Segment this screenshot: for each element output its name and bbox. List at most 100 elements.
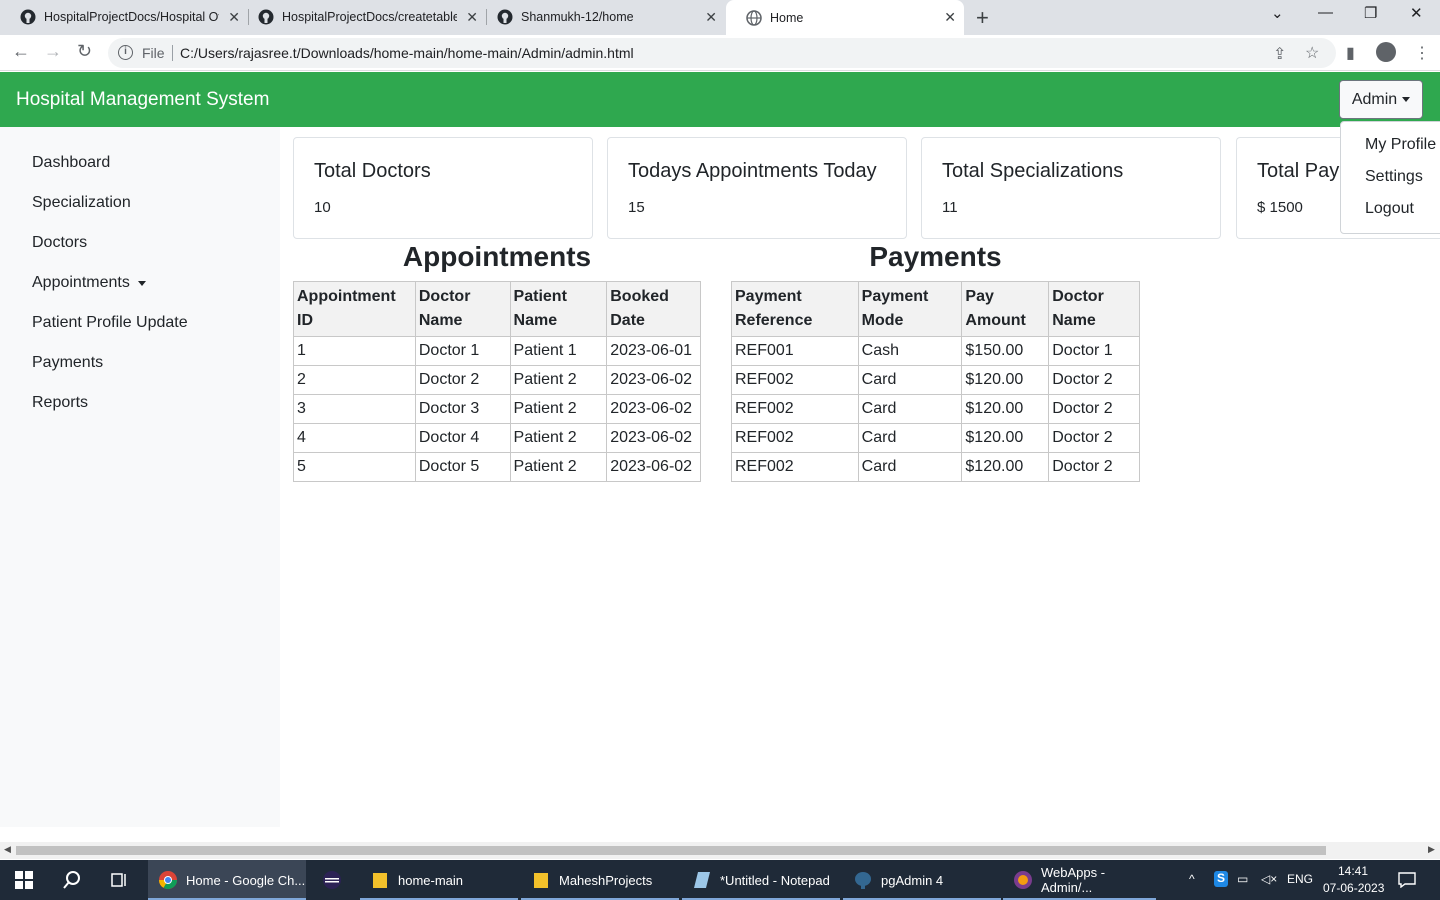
close-window-icon[interactable]: ✕ bbox=[1410, 4, 1423, 22]
table-row: 4 Doctor 4 Patient 2 2023-06-02 bbox=[293, 423, 701, 453]
table-row: 3 Doctor 3 Patient 2 2023-06-02 bbox=[293, 394, 701, 424]
table-cell: Doctor 2 bbox=[414, 365, 511, 395]
stat-card-total-doctors: Total Doctors 10 bbox=[293, 137, 593, 239]
caret-down-icon bbox=[137, 280, 146, 286]
share-icon[interactable]: ⇪ bbox=[1273, 44, 1286, 64]
new-tab-icon[interactable]: + bbox=[976, 5, 989, 31]
table-cell: $120.00 bbox=[961, 423, 1050, 453]
sidebar-item-label: Dashboard bbox=[32, 154, 111, 171]
table-cell: REF002 bbox=[731, 452, 859, 482]
menu-item-settings[interactable]: Settings bbox=[1365, 168, 1423, 186]
browser-tab[interactable]: HospitalProjectDocs/Hospital Ov ✕ bbox=[0, 0, 248, 34]
sidebar-item-appointments[interactable]: Appointments bbox=[32, 274, 146, 292]
table-cell: REF002 bbox=[731, 365, 859, 395]
task-view-icon[interactable] bbox=[110, 871, 128, 889]
column-header: Patient Name bbox=[509, 281, 608, 337]
admin-dropdown-button[interactable]: Admin bbox=[1339, 80, 1423, 119]
close-icon[interactable]: ✕ bbox=[705, 9, 717, 26]
profile-avatar-icon[interactable] bbox=[1376, 42, 1396, 62]
side-panel-icon[interactable]: ▮ bbox=[1346, 43, 1355, 63]
payments-heading: Payments bbox=[869, 241, 1002, 272]
volume-muted-icon[interactable]: ◁× bbox=[1261, 872, 1277, 886]
chevron-up-icon[interactable]: ^ bbox=[1189, 872, 1195, 886]
table-cell: 2023-06-02 bbox=[606, 423, 701, 453]
tab-label: Shanmukh-12/home bbox=[521, 10, 634, 24]
sidebar-item-label: Specialization bbox=[32, 194, 131, 211]
table-cell: Card bbox=[857, 423, 963, 453]
language-indicator[interactable]: ENG bbox=[1287, 872, 1313, 886]
sidebar-item-specialization[interactable]: Specialization bbox=[32, 194, 131, 212]
table-cell: Patient 2 bbox=[509, 452, 608, 482]
close-icon[interactable]: ✕ bbox=[944, 9, 956, 26]
taskbar-item-webapps[interactable]: WebApps - Admin/... bbox=[1003, 860, 1156, 900]
search-icon[interactable] bbox=[62, 870, 82, 890]
table-cell: Cash bbox=[857, 336, 963, 366]
bookmark-star-icon[interactable]: ☆ bbox=[1305, 43, 1319, 63]
scroll-left-icon[interactable]: ◀ bbox=[4, 844, 11, 855]
taskbar-item-label: home-main bbox=[398, 872, 464, 888]
table-cell: REF002 bbox=[731, 394, 859, 424]
column-header: Payment Reference bbox=[731, 281, 859, 337]
notification-icon[interactable] bbox=[1398, 872, 1416, 888]
table-cell: 2023-06-02 bbox=[606, 452, 701, 482]
table-row: REF002 Card $120.00 Doctor 2 bbox=[731, 394, 1140, 424]
scrollbar-thumb[interactable] bbox=[16, 846, 1326, 855]
sidebar-item-reports[interactable]: Reports bbox=[32, 394, 88, 412]
minimize-icon[interactable]: — bbox=[1318, 4, 1333, 21]
table-cell: $120.00 bbox=[961, 365, 1050, 395]
taskbar-item-notepad[interactable]: *Untitled - Notepad bbox=[682, 860, 840, 900]
table-cell: 1 bbox=[293, 336, 416, 366]
app-title[interactable]: Hospital Management System bbox=[16, 89, 269, 111]
clock-time[interactable]: 14:41 bbox=[1338, 864, 1368, 878]
table-cell: Doctor 1 bbox=[1048, 336, 1140, 366]
taskbar-item-maheshprojects[interactable]: MaheshProjects bbox=[521, 860, 679, 900]
table-row: REF001 Cash $150.00 Doctor 1 bbox=[731, 336, 1140, 366]
tab-label: HospitalProjectDocs/createtables bbox=[282, 10, 457, 24]
taskbar-item-chrome[interactable]: Home - Google Ch... bbox=[148, 860, 306, 900]
network-icon[interactable]: ▭ bbox=[1237, 872, 1248, 886]
table-cell: REF002 bbox=[731, 423, 859, 453]
sidebar-item-patient-profile-update[interactable]: Patient Profile Update bbox=[32, 314, 188, 332]
url-text[interactable]: C:/Users/rajasree.t/Downloads/home-main/… bbox=[180, 45, 634, 61]
horizontal-scrollbar[interactable]: ◀ ▶ bbox=[0, 842, 1440, 859]
table-cell: Patient 2 bbox=[509, 423, 608, 453]
taskbar-item-eclipse[interactable] bbox=[312, 860, 356, 900]
table-cell: Patient 1 bbox=[509, 336, 608, 366]
table-cell: 4 bbox=[293, 423, 416, 453]
table-cell: Doctor 2 bbox=[1048, 452, 1140, 482]
table-row: REF002 Card $120.00 Doctor 2 bbox=[731, 365, 1140, 395]
scroll-right-icon[interactable]: ▶ bbox=[1428, 844, 1435, 855]
app-header: Hospital Management System Admin bbox=[0, 72, 1440, 127]
taskbar-item-home-main[interactable]: home-main bbox=[360, 860, 518, 900]
browser-tab-active[interactable]: Home ✕ bbox=[726, 0, 964, 35]
menu-item-logout[interactable]: Logout bbox=[1365, 200, 1414, 218]
eclipse-icon bbox=[323, 871, 341, 889]
sidebar-item-payments[interactable]: Payments bbox=[32, 354, 103, 372]
restore-icon[interactable]: ❐ bbox=[1364, 4, 1377, 22]
browser-tab[interactable]: Shanmukh-12/home ✕ bbox=[477, 0, 725, 34]
column-header: Payment Mode bbox=[857, 281, 963, 337]
table-cell: Card bbox=[857, 394, 963, 424]
sidebar-item-doctors[interactable]: Doctors bbox=[32, 234, 87, 252]
card-title: Total Specializations bbox=[942, 160, 1124, 182]
card-value: 10 bbox=[314, 199, 331, 216]
table-cell: Card bbox=[857, 365, 963, 395]
browser-tab[interactable]: HospitalProjectDocs/createtables ✕ bbox=[238, 0, 486, 34]
address-bar[interactable]: i File C:/Users/rajasree.t/Downloads/hom… bbox=[108, 38, 1336, 68]
skype-icon[interactable]: S bbox=[1214, 871, 1228, 887]
taskbar-item-label: WebApps - Admin/... bbox=[1041, 865, 1106, 895]
more-menu-icon[interactable]: ⋮ bbox=[1414, 43, 1430, 63]
column-header: Doctor Name bbox=[414, 281, 511, 337]
clock-date[interactable]: 07-06-2023 bbox=[1323, 881, 1384, 895]
reload-icon[interactable]: ↻ bbox=[77, 41, 92, 62]
sidebar-item-dashboard[interactable]: Dashboard bbox=[32, 154, 110, 172]
forward-icon[interactable]: → bbox=[44, 41, 62, 62]
table-cell: 2023-06-01 bbox=[606, 336, 701, 366]
info-icon[interactable]: i bbox=[118, 45, 133, 60]
back-icon[interactable]: ← bbox=[12, 41, 30, 62]
chevron-down-icon[interactable]: ⌄ bbox=[1271, 4, 1284, 22]
windows-start-icon[interactable] bbox=[15, 871, 33, 889]
table-cell: 2 bbox=[293, 365, 416, 395]
menu-item-my-profile[interactable]: My Profile bbox=[1365, 136, 1436, 154]
taskbar-item-pgadmin[interactable]: pgAdmin 4 bbox=[843, 860, 1001, 900]
